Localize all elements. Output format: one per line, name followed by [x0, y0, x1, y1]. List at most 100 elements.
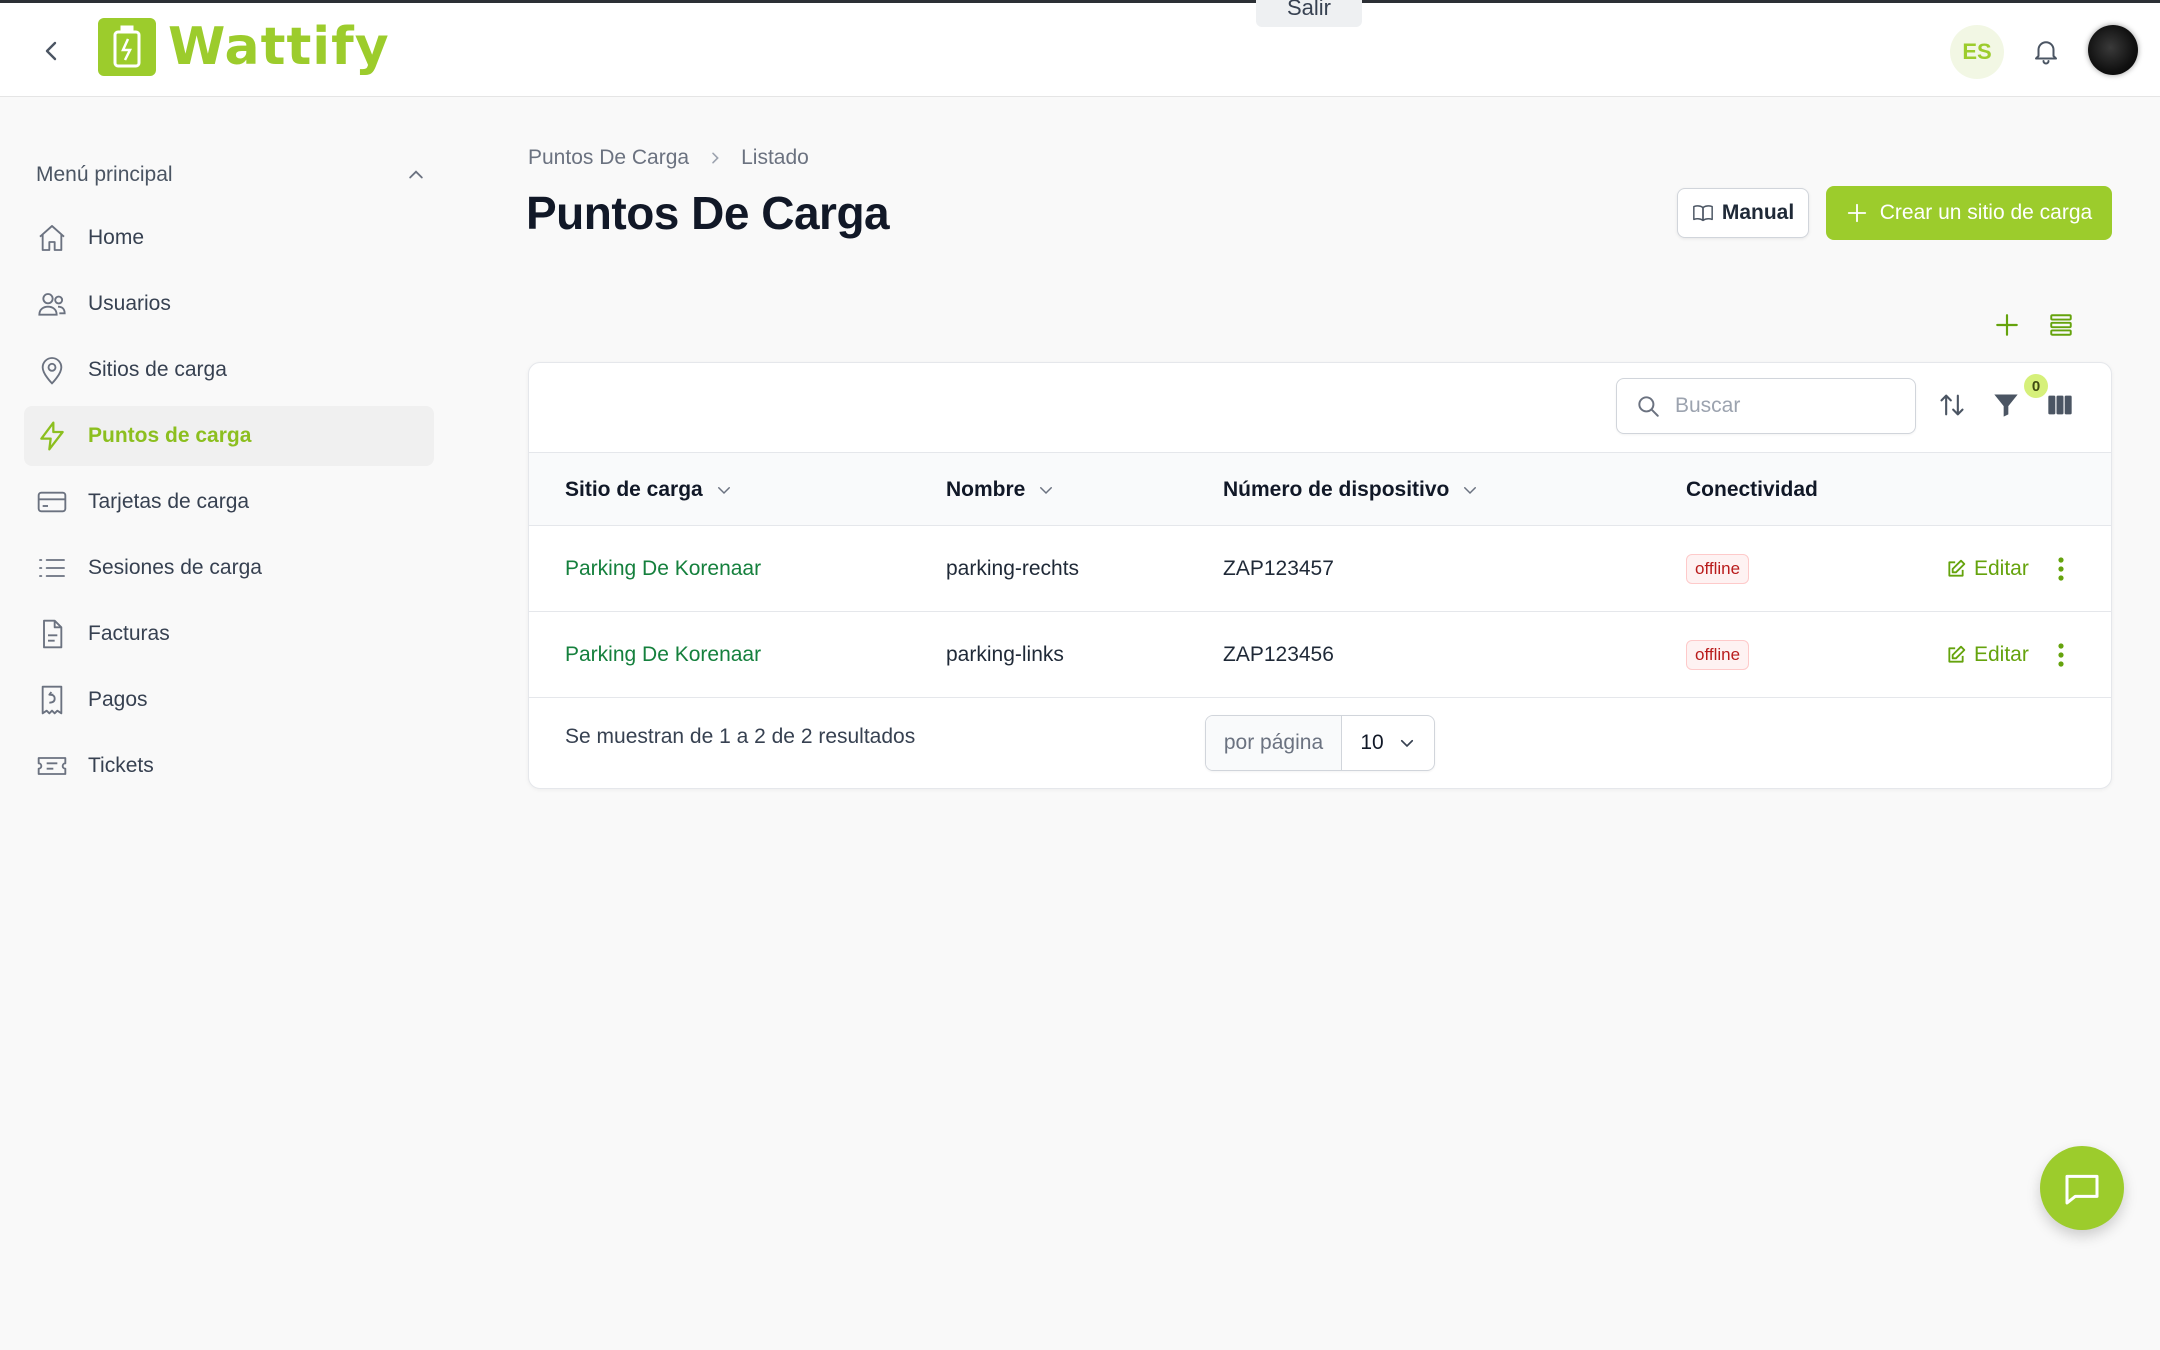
brand-name: Wattify — [168, 17, 390, 77]
notice-text — [800, 0, 1130, 9]
manual-button-label: Manual — [1721, 201, 1795, 224]
chevron-down-icon — [1040, 487, 1053, 495]
sidebar-item-label: Tickets — [88, 754, 154, 777]
sidebar-item-label: Tarjetas de carga — [88, 490, 250, 513]
columns-icon — [2048, 395, 2072, 415]
chevron-up-icon — [409, 170, 423, 179]
sidebar-item-label: Facturas — [88, 622, 170, 645]
edit-button-label: Editar — [1974, 557, 2029, 580]
language-switcher[interactable]: ES — [1950, 25, 2004, 79]
device-number: ZAP123456 — [1223, 643, 1334, 666]
per-page-select[interactable]: 10 — [1342, 716, 1434, 770]
create-site-button-label: Crear un sitio de carga — [1879, 201, 2093, 224]
site-link[interactable]: Parking De Korenaar — [565, 612, 761, 698]
sidebar-item-label: Sitios de carga — [88, 358, 227, 381]
page-title: Puntos De Carga — [526, 187, 890, 239]
document-icon — [43, 619, 63, 649]
chat-button[interactable] — [2040, 1146, 2124, 1230]
breadcrumb: Puntos De Carga Listado — [528, 146, 809, 170]
table-header: Sitio de carga Nombre Número de disposit… — [529, 452, 2111, 527]
connectivity-cell: offline — [1686, 612, 1750, 698]
connectivity-cell: offline — [1686, 526, 1750, 612]
table-row: Parking De Korenaar parking-rechts ZAP12… — [529, 526, 2111, 612]
column-header-label: Número de dispositivo — [1223, 478, 1450, 501]
row-actions-button[interactable] — [2049, 551, 2073, 587]
sidebar-item-label: Home — [88, 226, 145, 249]
column-header-device[interactable]: Número de dispositivo — [1223, 453, 1479, 527]
sidebar-item-sitios[interactable]: Sitios de carga — [24, 340, 434, 400]
book-icon — [1692, 205, 1713, 222]
create-site-button[interactable]: Crear un sitio de carga — [1826, 186, 2112, 240]
avatar[interactable] — [2088, 25, 2138, 75]
notifications-button[interactable] — [2026, 31, 2066, 71]
device-number: ZAP123457 — [1223, 557, 1334, 580]
column-header-name[interactable]: Nombre — [946, 453, 1055, 527]
exit-button[interactable]: Salir — [1256, 0, 1362, 27]
sidebar-item-tickets[interactable]: Tickets — [24, 736, 434, 796]
charge-point-name: parking-rechts — [946, 557, 1080, 580]
stack-icon — [2050, 314, 2072, 336]
charge-point-name: parking-links — [946, 643, 1064, 666]
search-input-wrapper — [1616, 378, 1916, 434]
chevron-down-icon — [1400, 739, 1413, 748]
list-icon — [39, 559, 65, 577]
column-header-label: Sitio de carga — [565, 478, 703, 501]
plus-icon — [1996, 314, 2018, 336]
main-menu-title: Menú principal — [36, 163, 173, 186]
search-input[interactable] — [1675, 394, 1895, 418]
sidebar-item-facturas[interactable]: Facturas — [24, 604, 434, 664]
row-actions-button[interactable] — [2049, 637, 2073, 673]
more-vertical-icon — [2058, 557, 2064, 581]
sidebar-item-label: Puntos de carga — [88, 424, 252, 447]
column-header-site[interactable]: Sitio de carga — [565, 453, 733, 527]
columns-button[interactable] — [2042, 387, 2078, 423]
sidebar-item-home[interactable]: Home — [24, 208, 434, 268]
main-menu-toggle[interactable]: Menú principal — [36, 160, 426, 190]
app-logo[interactable]: Wattify — [98, 17, 390, 77]
sidebar-item-puntos[interactable]: Puntos de carga — [24, 406, 434, 466]
site-link[interactable]: Parking De Korenaar — [565, 526, 761, 612]
bulk-view-button[interactable] — [2044, 308, 2078, 342]
sidebar-item-usuarios[interactable]: Usuarios — [24, 274, 434, 334]
chevron-left-icon — [45, 41, 57, 61]
top-bar: Wattify Salir ES — [0, 0, 2160, 97]
edit-icon — [1948, 559, 1966, 577]
chevron-down-icon — [717, 487, 730, 495]
status-badge: offline — [1686, 640, 1750, 670]
charge-points-table-card: 0 Sitio de carga Nombre Número de dispos… — [528, 362, 2112, 789]
search-icon — [1638, 396, 1659, 417]
column-header-label: Nombre — [946, 478, 1026, 501]
filter-icon — [1994, 394, 2018, 417]
users-icon — [38, 293, 66, 316]
chevron-down-icon — [1464, 487, 1477, 495]
sidebar-item-tarjetas[interactable]: Tarjetas de carga — [24, 472, 434, 532]
back-button[interactable] — [32, 31, 72, 71]
column-header-connectivity: Conectividad — [1686, 453, 1818, 527]
plus-icon — [1847, 203, 1866, 223]
sidebar-item-label: Pagos — [88, 688, 148, 711]
per-page-value: 10 — [1360, 731, 1384, 754]
sort-button[interactable] — [1934, 387, 1970, 423]
manual-button[interactable]: Manual — [1677, 188, 1809, 238]
sidebar-item-sesiones[interactable]: Sesiones de carga — [24, 538, 434, 598]
sidebar-item-label: Sesiones de carga — [88, 556, 262, 579]
per-page-control: por página 10 — [1205, 715, 1435, 771]
map-pin-icon — [41, 357, 63, 385]
results-summary: Se muestran de 1 a 2 de 2 resultados — [565, 725, 916, 748]
ticket-icon — [37, 757, 67, 775]
edit-button[interactable]: Editar — [1946, 526, 2029, 612]
edit-button-label: Editar — [1974, 643, 2029, 666]
column-header-label: Conectividad — [1686, 478, 1818, 501]
bolt-icon — [40, 421, 64, 451]
sidebar-item-pagos[interactable]: Pagos — [24, 670, 434, 730]
per-page-label: por página — [1206, 716, 1342, 770]
sidebar-item-label: Usuarios — [88, 292, 171, 315]
card-icon — [37, 491, 67, 513]
filter-button[interactable] — [1988, 387, 2024, 423]
edit-button[interactable]: Editar — [1946, 612, 2029, 698]
status-badge: offline — [1686, 554, 1750, 584]
chevron-right-icon — [712, 152, 719, 164]
breadcrumb-link[interactable]: Puntos De Carga — [528, 146, 689, 170]
add-button[interactable] — [1990, 308, 2024, 342]
more-vertical-icon — [2058, 643, 2064, 667]
